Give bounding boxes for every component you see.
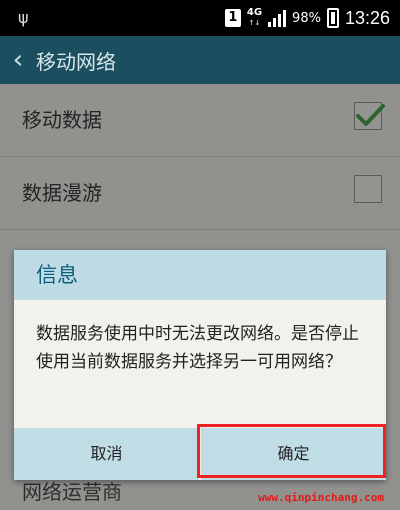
info-dialog: 信息 数据服务使用中时无法更改网络。是否停止使用当前数据服务并选择另一可用网络？… [14, 250, 386, 480]
dialog-buttons: 取消 确定 [14, 424, 386, 480]
watermark: www.qinpinchang.com [258, 491, 384, 504]
page-title: 移动网络 [36, 49, 116, 74]
back-arrow-icon[interactable]: ‹ [0, 45, 36, 75]
usb-icon: ψ [18, 8, 29, 27]
signal-icon [268, 9, 287, 27]
status-bar: ψ 1 4G ↑↓ 98% 13:26 [0, 0, 400, 36]
cancel-button[interactable]: 取消 [14, 428, 199, 480]
battery-icon [326, 8, 339, 28]
confirm-button[interactable]: 确定 [201, 428, 386, 480]
dialog-title: 信息 [14, 250, 386, 300]
battery-percent: 98% [292, 10, 321, 26]
clock: 13:26 [344, 7, 390, 28]
app-bar: ‹ 移动网络 [0, 36, 400, 84]
dialog-message: 数据服务使用中时无法更改网络。是否停止使用当前数据服务并选择另一可用网络？ [36, 324, 359, 372]
sim-icon: 1 [224, 9, 241, 27]
network-type-indicator: 4G ↑↓ [246, 7, 263, 28]
